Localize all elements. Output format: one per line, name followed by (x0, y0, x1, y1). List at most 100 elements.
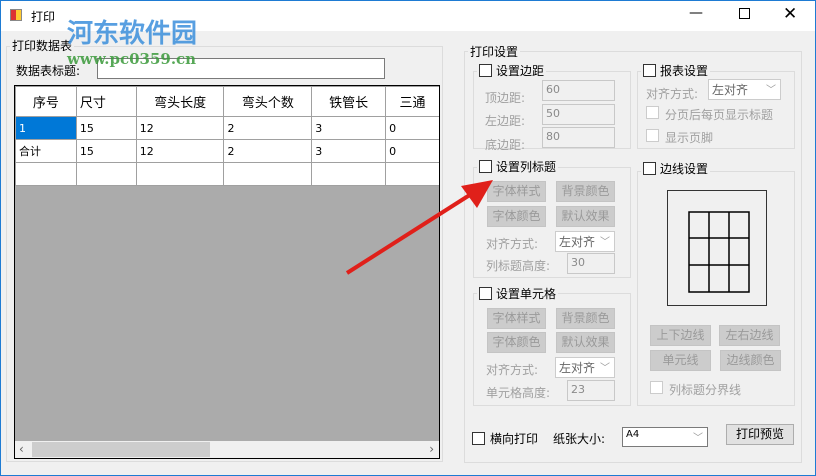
landscape-checkbox[interactable]: 横向打印 (472, 430, 538, 447)
margin-checkbox[interactable]: 设置边距 (477, 62, 547, 79)
left-margin-input[interactable]: 50 (542, 104, 615, 125)
column-header[interactable]: 序号 (15, 86, 77, 117)
column-header[interactable]: 三通 (385, 86, 439, 117)
table-cell[interactable]: 2 (223, 139, 313, 163)
bottom-margin-input[interactable]: 80 (542, 127, 615, 148)
table-cell[interactable]: 12 (135, 139, 225, 163)
column-header[interactable]: 铁管长 (311, 86, 387, 117)
close-button[interactable]: ✕ (783, 4, 797, 24)
window-title: 打印 (31, 10, 56, 24)
print-settings-label: 打印设置 (468, 43, 521, 60)
checkbox[interactable] (472, 432, 485, 445)
cell-checkbox[interactable]: 设置单元格 (477, 285, 559, 302)
print-preview-button[interactable]: 打印预览 (726, 424, 794, 445)
select-value: 左对齐 (559, 361, 596, 375)
header-separator-checkbox[interactable]: 列标题分界线 (650, 381, 741, 398)
checkbox[interactable] (479, 287, 492, 300)
chevron-down-icon: ﹀ (766, 85, 776, 96)
checkbox[interactable] (650, 381, 663, 394)
cell-label: 设置单元格 (496, 287, 557, 301)
table-cell[interactable] (223, 162, 313, 186)
cell-font-style-button[interactable]: 字体样式 (487, 308, 546, 329)
table-cell[interactable]: 3 (311, 116, 387, 140)
minimize-button[interactable]: — (689, 5, 703, 21)
table-row[interactable]: 合计 15 12 2 3 0 (15, 139, 439, 163)
table-cell[interactable]: 15 (75, 139, 137, 163)
select-value: 左对齐 (559, 235, 596, 249)
horizontal-scrollbar[interactable]: ‹ › (15, 441, 439, 458)
footer-label: 显示页脚 (665, 131, 714, 145)
repeat-title-checkbox[interactable]: 分页后每页显示标题 (646, 106, 773, 123)
paper-size-select[interactable]: A4 ﹀ (622, 427, 708, 447)
top-bottom-border-button[interactable]: 上下边线 (650, 325, 711, 346)
cell-bg-color-button[interactable]: 背景颜色 (556, 308, 615, 329)
column-title-label: 设置列标题 (496, 160, 557, 174)
border-color-button[interactable]: 边线颜色 (720, 350, 781, 371)
table-cell[interactable]: 3 (311, 139, 387, 163)
checkbox[interactable] (479, 64, 492, 77)
checkbox[interactable] (646, 106, 659, 119)
table-cell[interactable]: 15 (75, 116, 137, 140)
cell-font-color-button[interactable]: 字体颜色 (487, 332, 546, 353)
column-title-checkbox[interactable]: 设置列标题 (477, 158, 559, 175)
cell-align-label: 对齐方式: (486, 363, 539, 377)
table-cell[interactable]: 12 (135, 116, 225, 140)
top-margin-input[interactable]: 60 (542, 80, 615, 101)
header-height-input[interactable]: 30 (567, 253, 615, 274)
left-right-border-button[interactable]: 左右边线 (719, 325, 780, 346)
select-value: A4 (626, 429, 640, 440)
cell-height-input[interactable]: 23 (567, 380, 615, 401)
footer-checkbox[interactable]: 显示页脚 (646, 129, 713, 146)
border-checkbox[interactable]: 边线设置 (641, 160, 711, 177)
table-cell[interactable]: 0 (385, 139, 439, 163)
table-row[interactable]: 1 15 12 2 3 0 (15, 116, 439, 140)
header-bg-color-button[interactable]: 背景颜色 (556, 181, 615, 202)
scroll-left-icon[interactable]: ‹ (19, 442, 24, 456)
column-header[interactable]: 弯头个数 (223, 86, 313, 117)
top-margin-label: 顶边距: (485, 91, 526, 105)
border-preview (667, 190, 767, 306)
header-row: 序号 尺寸 弯头长度 弯头个数 铁管长 三通 (15, 86, 439, 117)
report-align-select[interactable]: 左对齐 ﹀ (708, 79, 781, 100)
chevron-down-icon: ﹀ (600, 237, 610, 248)
table-cell[interactable]: 1 (15, 116, 77, 140)
header-separator-label: 列标题分界线 (669, 383, 742, 397)
report-label: 报表设置 (660, 64, 709, 78)
select-value: 左对齐 (712, 83, 749, 97)
table-cell[interactable]: 0 (385, 116, 439, 140)
header-align-select[interactable]: 左对齐 ﹀ (555, 231, 615, 252)
header-default-button[interactable]: 默认效果 (556, 206, 615, 227)
report-align-label: 对齐方式: (646, 87, 699, 101)
red-arrow-annotation (345, 180, 493, 275)
checkbox[interactable] (643, 64, 656, 77)
chevron-down-icon: ﹀ (693, 433, 703, 444)
border-label: 边线设置 (660, 162, 709, 176)
checkbox[interactable] (646, 129, 659, 142)
maximize-button[interactable] (739, 8, 750, 19)
cell-default-button[interactable]: 默认效果 (556, 332, 615, 353)
cell-line-button[interactable]: 单元线 (650, 350, 711, 371)
paper-size-label: 纸张大小: (553, 432, 606, 446)
print-table-group-label: 打印数据表 (10, 37, 75, 54)
checkbox[interactable] (479, 160, 492, 173)
table-cell[interactable] (135, 162, 225, 186)
watermark-url: www.pc0359.cn (67, 50, 197, 68)
app-icon (10, 9, 22, 21)
scroll-right-icon[interactable]: › (429, 442, 434, 456)
chevron-down-icon: ﹀ (600, 363, 610, 374)
scroll-thumb[interactable] (32, 442, 210, 457)
data-table: 序号 尺寸 弯头长度 弯头个数 铁管长 三通 1 15 12 2 3 0 合计 … (15, 86, 439, 186)
table-cell[interactable]: 2 (223, 116, 313, 140)
watermark: 河东软件园 (67, 19, 198, 49)
checkbox[interactable] (643, 162, 656, 175)
table-cell[interactable] (75, 162, 137, 186)
left-margin-label: 左边距: (485, 114, 526, 128)
bottom-margin-label: 底边距: (485, 138, 526, 152)
cell-height-label: 单元格高度: (486, 386, 551, 400)
column-header[interactable]: 尺寸 (75, 86, 137, 117)
table-cell[interactable]: 合计 (15, 139, 77, 163)
report-checkbox[interactable]: 报表设置 (641, 62, 711, 79)
cell-align-select[interactable]: 左对齐 ﹀ (555, 357, 615, 378)
table-cell[interactable] (15, 162, 77, 186)
column-header[interactable]: 弯头长度 (135, 86, 225, 117)
